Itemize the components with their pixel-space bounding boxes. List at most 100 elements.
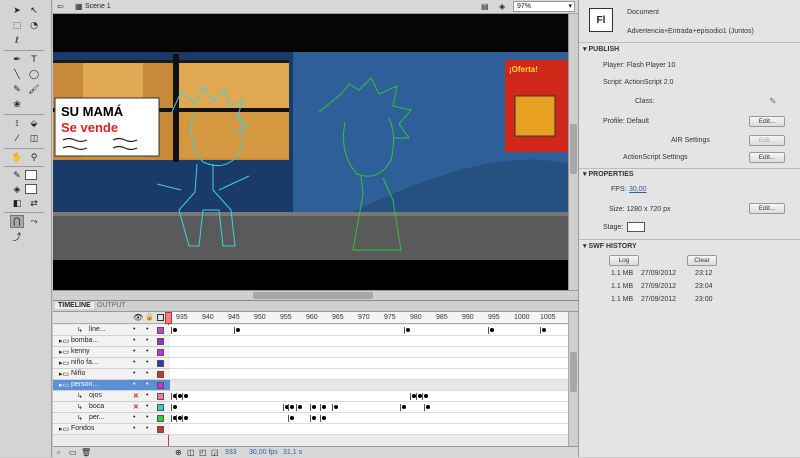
frame-ruler[interactable]: 935 940 945 950 955 960 965 970 975 980 985 990 995 1… bbox=[170, 312, 568, 324]
visibility-dot[interactable]: • bbox=[133, 414, 135, 421]
document-name[interactable]: Advertencia+Entrada+episodio1 (Juntos) bbox=[627, 28, 754, 35]
lock-icon[interactable]: 🔒 bbox=[145, 313, 154, 321]
keyframe[interactable] bbox=[406, 328, 410, 332]
stage-color-swatch[interactable] bbox=[627, 222, 645, 232]
layer-color-swatch[interactable] bbox=[157, 382, 164, 389]
timeline-vscroll-thumb[interactable] bbox=[570, 352, 577, 392]
hand-tool-icon[interactable]: ✋ bbox=[10, 151, 24, 164]
layer-color-swatch[interactable] bbox=[157, 393, 164, 400]
eye-icon[interactable]: 👁 bbox=[133, 313, 143, 322]
layer-color-swatch[interactable] bbox=[157, 349, 164, 356]
straighten-icon[interactable]: ⤴ bbox=[10, 230, 24, 243]
scene-label[interactable]: Scene 1 bbox=[85, 3, 111, 10]
keyframe[interactable] bbox=[402, 405, 406, 409]
onion-skin-icon[interactable]: ◫ bbox=[187, 448, 195, 457]
layer-color-swatch[interactable] bbox=[157, 426, 164, 433]
pencil-edit-icon[interactable]: ✎ bbox=[769, 96, 777, 107]
visibility-dot[interactable]: • bbox=[133, 348, 135, 355]
frame-row[interactable] bbox=[170, 380, 568, 391]
center-frame-icon[interactable]: ⊕ bbox=[175, 448, 182, 457]
stage-horizontal-scrollbar[interactable] bbox=[53, 290, 578, 300]
frame-row[interactable] bbox=[170, 369, 568, 380]
playhead-handle[interactable] bbox=[165, 312, 172, 324]
keyframe[interactable] bbox=[173, 405, 177, 409]
layer-row[interactable]: ↳ line... • • bbox=[53, 325, 170, 336]
lasso-tool-icon[interactable]: ℓ bbox=[10, 34, 24, 47]
lock-dot[interactable]: • bbox=[146, 392, 148, 399]
subselection-tool-icon[interactable]: ↖ bbox=[27, 4, 41, 17]
current-frame[interactable]: 933 bbox=[225, 449, 237, 456]
layer-color-swatch[interactable] bbox=[157, 338, 164, 345]
frame-row[interactable] bbox=[170, 413, 568, 424]
zoom-select[interactable]: 97% ▾ bbox=[513, 1, 575, 12]
keyframe[interactable] bbox=[542, 328, 546, 332]
pencil-tool-icon[interactable]: ✎ bbox=[10, 83, 24, 96]
layer-color-swatch[interactable] bbox=[157, 371, 164, 378]
size-edit-button[interactable]: Edit... bbox=[749, 203, 785, 214]
frame-row[interactable] bbox=[170, 391, 568, 402]
layer-row[interactable]: ↳ per... • • bbox=[53, 413, 170, 424]
lock-dot[interactable]: • bbox=[146, 326, 148, 333]
visibility-dot[interactable]: • bbox=[133, 381, 135, 388]
stage-vertical-scrollbar[interactable] bbox=[568, 14, 578, 290]
onion-outline-icon[interactable]: ◰ bbox=[199, 448, 207, 457]
lock-dot[interactable]: • bbox=[146, 381, 148, 388]
keyframe[interactable] bbox=[184, 394, 188, 398]
snap-magnet-icon[interactable]: ⋂ bbox=[10, 215, 24, 228]
3d-rotation-tool-icon[interactable]: ◔ bbox=[27, 19, 41, 32]
hscroll-thumb[interactable] bbox=[253, 292, 373, 299]
visibility-dot[interactable]: • bbox=[133, 370, 135, 377]
keyframe[interactable] bbox=[490, 328, 494, 332]
layer-row[interactable]: ▸▭ Fondos • • bbox=[53, 424, 170, 435]
keyframe[interactable] bbox=[298, 405, 302, 409]
layer-color-swatch[interactable] bbox=[157, 404, 164, 411]
keyframe[interactable] bbox=[312, 416, 316, 420]
fps-value[interactable]: 30,00 bbox=[629, 186, 647, 193]
properties-section-header[interactable]: ▾ PROPERTIES bbox=[583, 170, 634, 178]
fill-color-swatch[interactable] bbox=[25, 184, 37, 194]
frame-row[interactable] bbox=[170, 402, 568, 413]
keyframe[interactable] bbox=[290, 416, 294, 420]
frame-rate[interactable]: 30,00 fps bbox=[249, 449, 278, 456]
edit-scene-icon[interactable]: ▤ bbox=[481, 2, 489, 11]
lock-dot[interactable]: • bbox=[146, 403, 148, 410]
hidden-x-icon[interactable]: ✕ bbox=[133, 403, 139, 411]
keyframe[interactable] bbox=[334, 405, 338, 409]
frame-row[interactable] bbox=[170, 358, 568, 369]
layer-color-swatch[interactable] bbox=[157, 415, 164, 422]
keyframe[interactable] bbox=[426, 405, 430, 409]
lock-dot[interactable]: • bbox=[146, 425, 148, 432]
stroke-color-swatch[interactable] bbox=[25, 170, 37, 180]
tab-timeline[interactable]: TIMELINE bbox=[55, 302, 94, 309]
layer-row[interactable]: ▸▭ kenny • • bbox=[53, 347, 170, 358]
swap-colors-icon[interactable]: ⇄ bbox=[27, 197, 41, 210]
visibility-dot[interactable]: • bbox=[133, 359, 135, 366]
keyframe[interactable] bbox=[322, 416, 326, 420]
line-tool-icon[interactable]: ╲ bbox=[10, 68, 24, 81]
hidden-x-icon[interactable]: ✕ bbox=[133, 392, 139, 400]
layer-row[interactable]: ▸▭ Niño • • bbox=[53, 369, 170, 380]
frame-row[interactable] bbox=[170, 424, 568, 435]
lock-dot[interactable]: • bbox=[146, 348, 148, 355]
frame-row[interactable] bbox=[170, 347, 568, 358]
edit-multiple-icon[interactable]: ◲ bbox=[211, 448, 219, 457]
keyframe[interactable] bbox=[312, 405, 316, 409]
pen-tool-icon[interactable]: ✒ bbox=[10, 53, 24, 66]
clear-button[interactable]: Clear bbox=[687, 255, 717, 266]
air-edit-button[interactable]: Edit... bbox=[749, 135, 785, 146]
keyframe[interactable] bbox=[236, 328, 240, 332]
keyframe[interactable] bbox=[184, 416, 188, 420]
frame-row[interactable] bbox=[170, 336, 568, 347]
layer-row[interactable]: ▸▭ bomba... • • bbox=[53, 336, 170, 347]
layer-color-swatch[interactable] bbox=[157, 327, 164, 334]
keyframe[interactable] bbox=[173, 328, 177, 332]
layer-row[interactable]: ▸▭ niño fa... • • bbox=[53, 358, 170, 369]
bone-tool-icon[interactable]: ⟟ bbox=[10, 117, 24, 130]
vscroll-thumb[interactable] bbox=[570, 124, 577, 174]
eyedropper-icon[interactable]: ⁄ bbox=[10, 132, 24, 145]
log-button[interactable]: Log bbox=[609, 255, 639, 266]
paint-bucket-icon[interactable]: ⬙ bbox=[27, 117, 41, 130]
selection-tool-icon[interactable]: ➤ bbox=[10, 4, 24, 17]
timeline-vertical-scrollbar[interactable] bbox=[568, 312, 578, 446]
visibility-dot[interactable]: • bbox=[133, 337, 135, 344]
